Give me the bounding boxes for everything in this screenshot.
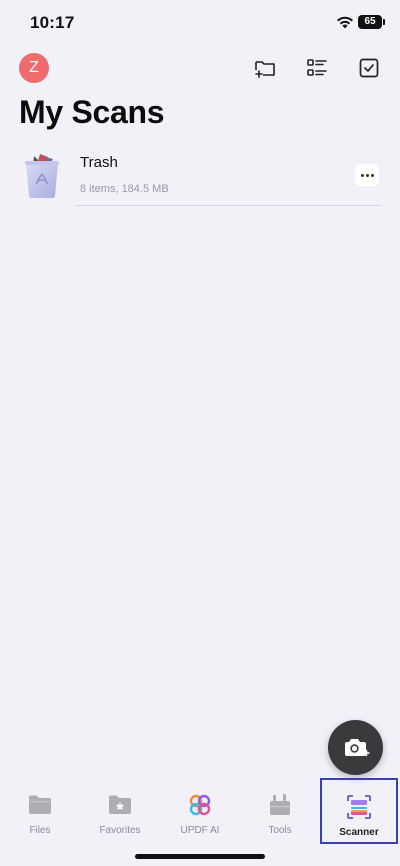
status-time: 10:17 <box>30 13 75 32</box>
status-bar: 10:17 65 <box>0 0 400 46</box>
more-options-button[interactable] <box>355 164 379 186</box>
folder-icon <box>29 795 51 814</box>
tab-label: Scanner <box>339 827 379 838</box>
list-view-button[interactable] <box>305 56 329 80</box>
updf-ai-icon <box>189 794 211 816</box>
tab-tools[interactable]: Tools <box>240 778 320 846</box>
tab-label: Favorites <box>99 825 141 836</box>
new-folder-button[interactable] <box>253 56 277 80</box>
more-dot-icon <box>360 173 364 177</box>
item-meta: 8 items, 184.5 MB <box>80 183 169 195</box>
divider <box>75 205 382 206</box>
more-dot-icon <box>365 173 369 177</box>
battery-indicator: 65 <box>358 15 385 29</box>
tab-scanner[interactable]: Scanner <box>320 778 398 844</box>
tab-files[interactable]: Files <box>0 778 80 846</box>
toolbox-icon <box>270 794 290 815</box>
camera-add-icon <box>344 738 370 756</box>
list-item-trash[interactable]: Trash 8 items, 184.5 MB <box>0 148 400 208</box>
tab-bar: Files Favorites UPDF AI Tools Scanner <box>0 778 400 848</box>
page-title: My Scans <box>19 94 165 130</box>
tab-label: UPDF AI <box>180 825 220 836</box>
star-folder-icon <box>109 795 131 814</box>
item-name: Trash <box>80 154 118 171</box>
checkbox-icon <box>359 58 379 78</box>
tab-updf-ai[interactable]: UPDF AI <box>160 778 240 846</box>
list-view-icon <box>307 59 327 76</box>
tab-label: Tools <box>268 825 292 836</box>
avatar[interactable]: Z <box>19 53 49 83</box>
home-indicator <box>135 854 265 859</box>
scan-camera-button[interactable] <box>328 720 383 775</box>
folder-add-icon <box>255 61 275 78</box>
tab-favorites[interactable]: Favorites <box>80 778 160 846</box>
scanner-icon <box>347 795 371 819</box>
tab-label: Files <box>29 825 51 836</box>
wifi-icon <box>337 16 353 29</box>
trash-icon <box>25 154 59 198</box>
select-button[interactable] <box>357 56 381 80</box>
more-dot-icon <box>370 173 374 177</box>
